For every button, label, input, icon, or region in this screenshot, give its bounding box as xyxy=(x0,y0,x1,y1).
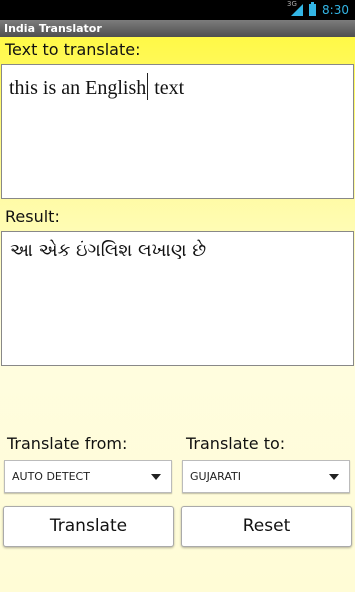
app-title: India Translator xyxy=(0,20,355,37)
target-language-value: GUJARATI xyxy=(190,470,241,483)
signal-icon: 3G xyxy=(287,0,304,16)
dropdown-arrow-icon xyxy=(151,474,161,480)
clock: 8:30 xyxy=(322,3,349,17)
battery-icon xyxy=(309,2,317,16)
status-bar: 3G 8:30 xyxy=(0,0,355,20)
input-text: this is an English text xyxy=(2,65,353,100)
result-text: આ એક ઇંગલિશ લખાણ છે xyxy=(10,240,207,261)
source-language-value: AUTO DETECT xyxy=(12,470,90,483)
input-label: Text to translate: xyxy=(5,40,141,59)
result-textarea[interactable]: આ એક ઇંગલિશ લખાણ છે xyxy=(1,231,354,366)
reset-button[interactable]: Reset xyxy=(181,506,352,547)
translate-from-label: Translate from: xyxy=(7,434,128,453)
translate-to-label: Translate to: xyxy=(186,434,286,453)
input-textarea[interactable]: this is an English text xyxy=(1,64,354,199)
source-language-select[interactable]: AUTO DETECT xyxy=(4,460,172,493)
dropdown-arrow-icon xyxy=(329,474,339,480)
result-label: Result: xyxy=(5,207,60,226)
target-language-select[interactable]: GUJARATI xyxy=(182,460,350,493)
translate-button[interactable]: Translate xyxy=(3,506,174,547)
